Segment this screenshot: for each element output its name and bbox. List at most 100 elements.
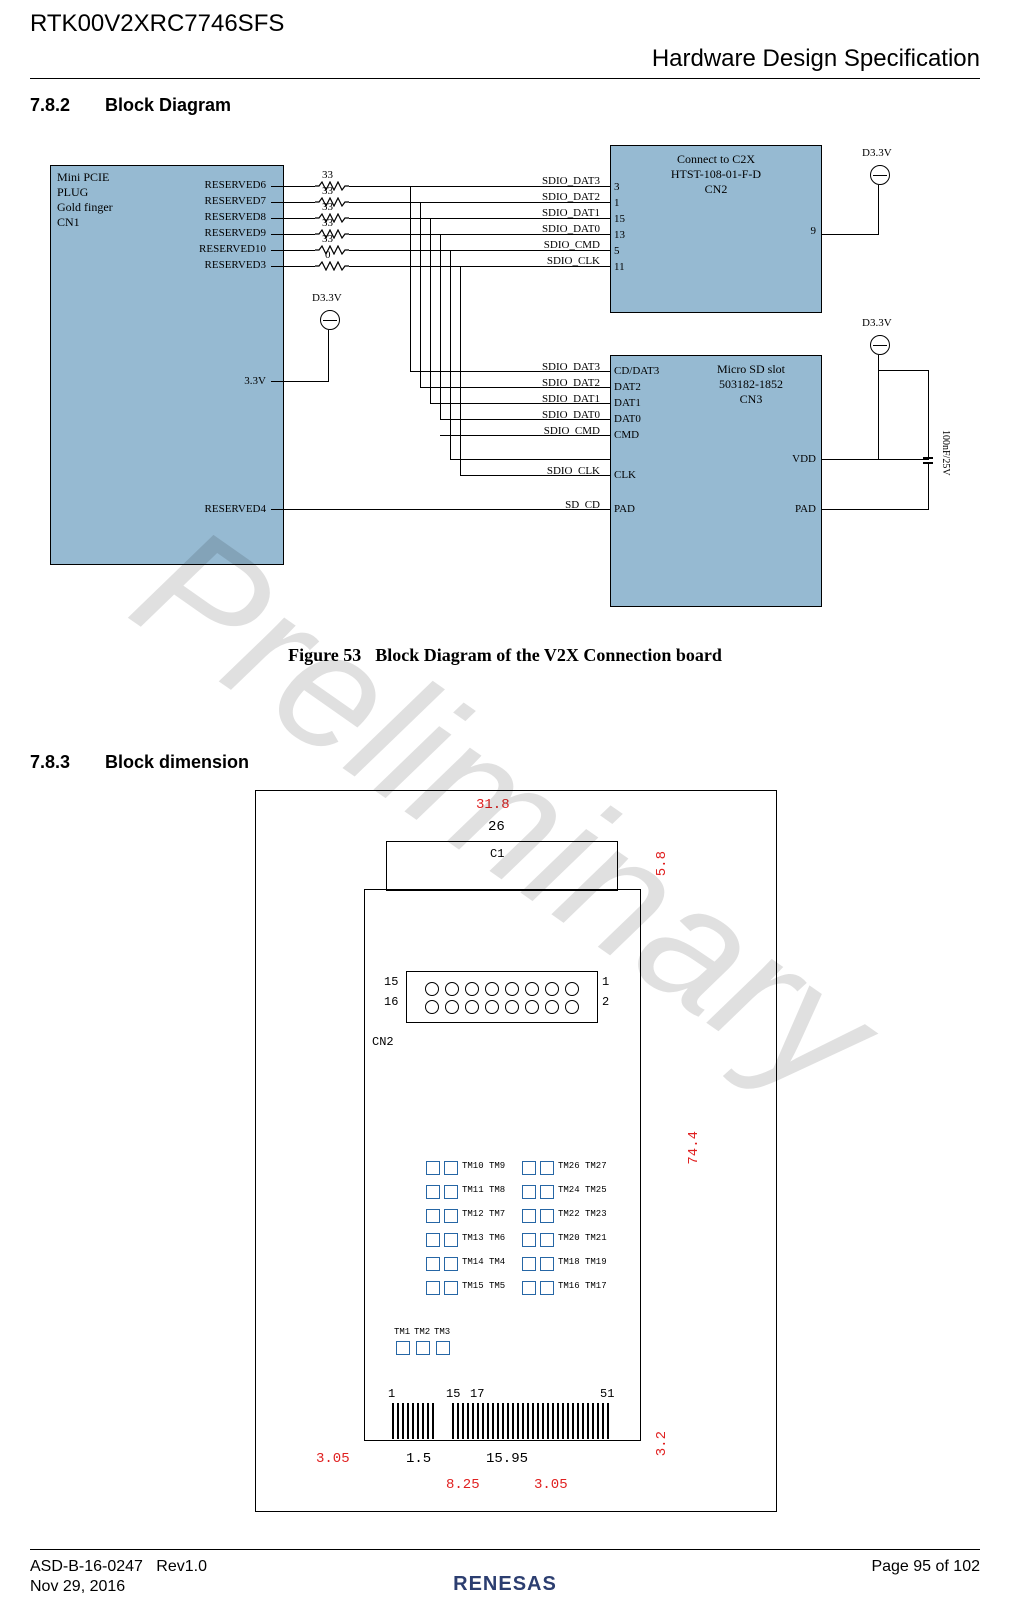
figure-53-label: Figure 53 <box>288 645 361 665</box>
tm-label: TM15 TM5 <box>462 1281 505 1291</box>
tm-label: TM14 TM4 <box>462 1257 505 1267</box>
dimension-drawing: C1 15 16 1 2 CN2 TM10 TM9TM26 TM <box>255 790 777 1512</box>
tm-label: TM26 TM27 <box>558 1161 607 1171</box>
hole-icon <box>545 982 559 996</box>
cn1-pin-reserved6: RESERVED6 <box>188 179 266 191</box>
footer-page: Page 95 of 102 <box>871 1558 980 1576</box>
dim-w-outer: 31.8 <box>476 797 510 813</box>
hole-icon <box>465 982 479 996</box>
tm-label: TM24 TM25 <box>558 1185 607 1195</box>
cn2-pin1-label: 1 <box>602 975 609 989</box>
net-top-cmd: SDIO_CMD <box>490 239 600 251</box>
hole-icon <box>505 1000 519 1014</box>
wire <box>821 234 879 235</box>
cn3-pin-vdd: VDD <box>770 453 816 465</box>
wire <box>271 186 315 187</box>
hole-icon <box>425 1000 439 1014</box>
lamp-icon <box>870 335 890 355</box>
gf-pin51: 51 <box>600 1387 614 1401</box>
gf-pin1: 1 <box>388 1387 395 1401</box>
cn2-line1: Connect to C2X <box>671 152 761 167</box>
net-top-dat0: SDIO_DAT0 <box>490 223 600 235</box>
tm-label: TM13 TM6 <box>462 1233 505 1243</box>
wire <box>271 250 315 251</box>
wire <box>440 234 441 419</box>
footer-date: Nov 29, 2016 <box>30 1578 125 1596</box>
cn2-pin-11: 11 <box>614 261 625 273</box>
goldfinger-left <box>392 1403 436 1439</box>
wire <box>450 250 451 459</box>
wire <box>420 202 421 387</box>
net-bot-dat1: SDIO_DAT1 <box>490 393 600 405</box>
cn2-pin-3: 3 <box>614 181 620 193</box>
footer-page-label: Page <box>871 1558 908 1575</box>
hole-icon <box>425 982 439 996</box>
pad-icon <box>426 1185 440 1199</box>
dim-gf1: 1.5 <box>406 1451 431 1467</box>
footer-rev: Rev1.0 <box>156 1558 207 1575</box>
figure-53-caption: Figure 53Block Diagram of the V2X Connec… <box>0 645 1010 666</box>
header-rule <box>30 78 980 79</box>
cn1-pin-reserved4: RESERVED4 <box>188 503 266 515</box>
pad-icon <box>540 1209 554 1223</box>
pad-icon <box>540 1185 554 1199</box>
net-bot-clk: SDIO_CLK <box>490 465 600 477</box>
wire <box>430 218 431 403</box>
net-bot-dat3: SDIO_DAT3 <box>490 361 600 373</box>
cn3-line1: Micro SD slot <box>691 362 811 377</box>
section-783-number: 7.8.3 <box>30 752 100 773</box>
wire <box>928 475 929 509</box>
hole-icon <box>485 1000 499 1014</box>
dim-bot1: 8.25 <box>446 1477 480 1493</box>
hole-icon <box>505 982 519 996</box>
hole-icon <box>485 982 499 996</box>
hole-icon <box>525 982 539 996</box>
cn3-line2: 503182-1852 <box>691 377 811 392</box>
tm1-label: TM1 <box>394 1327 410 1337</box>
net-bot-cmd: SDIO_CMD <box>490 425 600 437</box>
pad-icon <box>444 1209 458 1223</box>
tm-label: TM22 TM23 <box>558 1209 607 1219</box>
hole-icon <box>545 1000 559 1014</box>
pad-icon <box>426 1281 440 1295</box>
wire <box>410 186 411 371</box>
res-val-2: 33 <box>322 185 333 197</box>
resistor-icon <box>315 261 349 271</box>
footer-docnum-val: ASD-B-16-0247 <box>30 1558 143 1575</box>
dim-left-off: 3.05 <box>316 1451 350 1467</box>
wire <box>271 266 315 267</box>
dim-h-conn: 5.8 <box>654 851 670 876</box>
pad-icon <box>522 1185 536 1199</box>
wire <box>271 234 315 235</box>
wire <box>821 459 929 460</box>
cn2-line3: CN2 <box>671 182 761 197</box>
res-val-6: 0 <box>325 249 331 261</box>
cap-value: 100nF/25V <box>940 430 951 476</box>
net-top-dat1: SDIO_DAT1 <box>490 207 600 219</box>
cn3-line3: CN3 <box>691 392 811 407</box>
section-782-heading: 7.8.2 Block Diagram <box>30 95 231 116</box>
section-783-title: Block dimension <box>105 752 249 772</box>
cn2-pin2-label: 2 <box>602 995 609 1009</box>
section-782-title: Block Diagram <box>105 95 231 115</box>
pad-icon <box>522 1161 536 1175</box>
part-number: RTK00V2XRC7746SFS <box>30 10 284 38</box>
cn2-pin-13: 13 <box>614 229 625 241</box>
res-val-5: 33 <box>322 233 333 245</box>
dim-h-body: 74.4 <box>686 1131 702 1165</box>
wire <box>271 218 315 219</box>
tm-label: TM18 TM19 <box>558 1257 607 1267</box>
hole-icon <box>525 1000 539 1014</box>
tm-label: TM20 TM21 <box>558 1233 607 1243</box>
pad-icon <box>522 1209 536 1223</box>
doc-title: Hardware Design Specification <box>652 45 980 73</box>
pad-icon <box>436 1341 450 1355</box>
cn1-pin-reserved8: RESERVED8 <box>188 211 266 223</box>
tm-label: TM12 TM7 <box>462 1209 505 1219</box>
net-top-clk: SDIO_CLK <box>490 255 600 267</box>
res-val-1: 33 <box>322 169 333 181</box>
res-val-4: 33 <box>322 217 333 229</box>
gf-pin17: 17 <box>470 1387 484 1401</box>
section-783-heading: 7.8.3 Block dimension <box>30 752 249 773</box>
footer-docnum: ASD-B-16-0247 Rev1.0 <box>30 1558 207 1576</box>
